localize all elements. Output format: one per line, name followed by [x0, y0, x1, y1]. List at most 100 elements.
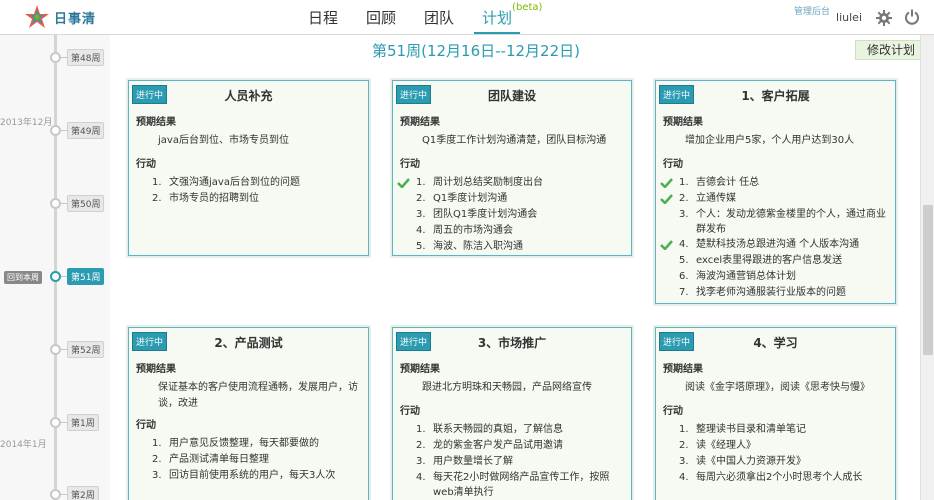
action-item[interactable]: 1. 用户意见反馈整理，每天都要做的: [129, 436, 368, 452]
plan-card[interactable]: 进行中 4、学习 预期结果 阅读《金字塔原理》，阅读《思考快与慢》 行动 1. 整…: [653, 325, 898, 500]
logo-text: 日事清: [54, 11, 97, 27]
action-list: 1. 吉德会计 任总 2. 立通传媒 3. 个人：发动龙德紫金楼里的个人，通过商业群发…: [656, 175, 895, 301]
timeline-dot: [50, 270, 61, 282]
action-item[interactable]: 7. 找李老师沟通服装行业版本的问题: [656, 285, 895, 301]
timeline-week[interactable]: 第2周: [50, 485, 99, 500]
action-number: 5.: [679, 255, 689, 266]
action-item[interactable]: 4. 每天花2小时做网络产品宣传工作，按照web清单执行: [393, 470, 631, 500]
timeline-week[interactable]: 第1周: [50, 413, 99, 431]
action-item[interactable]: 4. 周五的市场沟通会: [393, 223, 631, 239]
app-logo[interactable]: 日事清: [24, 4, 96, 30]
action-text: excel表里得跟进的客户信息发送: [696, 255, 843, 266]
vertical-scrollbar[interactable]: [920, 35, 934, 500]
action-item[interactable]: 1. 吉德会计 任总: [656, 175, 895, 191]
action-number: 1.: [416, 424, 426, 435]
action-item[interactable]: 5. excel表里得跟进的客户信息发送: [656, 253, 895, 269]
expected-label: 预期结果: [663, 364, 703, 375]
check-icon: [660, 178, 673, 188]
main-nav: 日程 回顾 团队 计划 (beta): [300, 0, 542, 35]
action-item[interactable]: 4. 楚默科技汤总跟进沟通 个人版本沟通: [656, 237, 895, 253]
action-text: 用户意见反馈整理，每天都要做的: [169, 438, 319, 449]
action-item[interactable]: 3. 个人：发动龙德紫金楼里的个人，通过商业群发布: [656, 207, 895, 237]
scrollbar-thumb[interactable]: [923, 205, 933, 355]
action-list: 1. 文强沟通java后台到位的问题 2. 市场专员的招聘到位: [129, 175, 368, 207]
action-number: 3.: [679, 209, 689, 220]
expected-result: 保证基本的客户使用流程通畅，发展用户，访谈，改进: [158, 382, 358, 409]
nav-plan[interactable]: 计划 (beta): [474, 0, 542, 34]
action-list: 1. 周计划总结奖励制度出台 2. Q1季度计划沟通 3. 团队Q1季度计划沟通会 4…: [393, 175, 631, 255]
timeline-week[interactable]: 第49周: [50, 121, 105, 139]
card-title: 3、市场推广: [477, 336, 547, 350]
action-text: Q1季度计划沟通: [433, 193, 508, 204]
action-text: 找李老师沟通服装行业版本的问题: [696, 287, 846, 298]
action-text: 每周六必须拿出2个小时思考个人成长: [696, 472, 863, 483]
action-number: 2.: [679, 193, 689, 204]
timeline-dot: [50, 197, 61, 209]
action-item[interactable]: 3. 用户数量增长了解: [393, 454, 631, 470]
action-item[interactable]: 4. 每周六必须拿出2个小时思考个人成长: [656, 470, 895, 486]
action-item[interactable]: 2. Q1季度计划沟通: [393, 191, 631, 207]
action-item[interactable]: 3. 团队Q1季度计划沟通会: [393, 207, 631, 223]
action-number: 5.: [416, 241, 426, 252]
edit-plan-button[interactable]: 修改计划: [855, 40, 927, 60]
timeline-week-label: 第2周: [67, 485, 99, 500]
action-item[interactable]: 2. 读《经理人》: [656, 438, 895, 454]
action-list: 1. 整理读书目录和清单笔记 2. 读《经理人》 3. 读《中国人力资源开发》 4. 每…: [656, 422, 895, 486]
timeline-dot: [50, 343, 61, 355]
action-number: 4.: [679, 239, 689, 250]
expected-label: 预期结果: [400, 364, 440, 375]
nav-schedule[interactable]: 日程: [300, 0, 346, 34]
expected-label: 预期结果: [136, 117, 176, 128]
action-item[interactable]: 2. 市场专员的招聘到位: [129, 191, 368, 207]
action-item[interactable]: 1. 周计划总结奖励制度出台: [393, 175, 631, 191]
timeline-month: 2013年12月: [0, 118, 53, 128]
timeline-week-label: 第48周: [67, 48, 105, 66]
action-item[interactable]: 2. 产品测试清单每日整理: [129, 452, 368, 468]
plan-card[interactable]: 进行中 团队建设 预期结果 Q1季度工作计划沟通清楚，团队目标沟通 行动 1. 周…: [390, 78, 634, 258]
action-item[interactable]: 6. 海波沟通营销总体计划: [656, 269, 895, 285]
logo-icon: [25, 5, 49, 28]
action-item[interactable]: 2. 龙的紫金客户发产品试用邀请: [393, 438, 631, 454]
actions-label: 行动: [136, 420, 156, 431]
action-item[interactable]: 1. 文强沟通java后台到位的问题: [129, 175, 368, 191]
action-number: 3.: [416, 209, 426, 220]
timeline-week[interactable]: 第50周: [50, 194, 105, 212]
action-text: 海波沟通营销总体计划: [696, 271, 796, 282]
plan-card[interactable]: 进行中 1、客户拓展 预期结果 增加企业用户5家，个人用户达到30人 行动 1.…: [653, 78, 898, 306]
timeline-week-label: 第52周: [67, 340, 105, 358]
action-item[interactable]: 3. 读《中国人力资源开发》: [656, 454, 895, 470]
plan-card[interactable]: 进行中 2、产品测试 预期结果 保证基本的客户使用流程通畅，发展用户，访谈，改进…: [126, 325, 371, 500]
action-item[interactable]: 2. 立通传媒: [656, 191, 895, 207]
nav-team[interactable]: 团队: [416, 0, 462, 34]
actions-label: 行动: [400, 406, 420, 417]
actions-label: 行动: [400, 159, 420, 170]
action-number: 2.: [152, 193, 162, 204]
action-item[interactable]: 1. 整理读书目录和清单笔记: [656, 422, 895, 438]
expected-result: java后台到位、市场专员到位: [158, 135, 289, 146]
timeline-week[interactable]: 第52周: [50, 340, 105, 358]
action-text: 用户数量增长了解: [433, 456, 513, 467]
action-text: 读《中国人力资源开发》: [696, 456, 806, 467]
nav-review[interactable]: 回顾: [358, 0, 404, 34]
admin-link[interactable]: 管理后台: [794, 4, 830, 17]
action-item[interactable]: 3. 回访目前使用系统的用户，每天3人次: [129, 468, 368, 484]
action-text: 周五的市场沟通会: [433, 225, 513, 236]
gear-icon[interactable]: [876, 10, 892, 26]
plan-card[interactable]: 进行中 人员补充 预期结果 java后台到位、市场专员到位 行动 1. 文强沟通j…: [126, 78, 371, 258]
timeline-week[interactable]: 第48周: [50, 48, 105, 66]
action-text: 联系天畅园的真姐，了解信息: [433, 424, 563, 435]
card-title: 人员补充: [224, 89, 273, 103]
action-text: 文强沟通java后台到位的问题: [169, 177, 300, 188]
action-number: 4.: [416, 225, 426, 236]
action-number: 1.: [679, 424, 689, 435]
action-text: 海波、陈洁入职沟通: [433, 241, 523, 252]
back-to-current-week[interactable]: 回到本周: [4, 271, 42, 284]
check-icon: [660, 240, 673, 250]
plan-card[interactable]: 进行中 3、市场推广 预期结果 跟进北方明珠和天畅园，产品网络宣传 行动 1. 联…: [390, 325, 634, 500]
timeline-week-current[interactable]: 第51周: [50, 267, 105, 285]
username[interactable]: liulei: [836, 11, 862, 24]
action-item[interactable]: 5. 海波、陈洁入职沟通: [393, 239, 631, 255]
timeline-week-label: 第1周: [67, 413, 99, 431]
action-item[interactable]: 1. 联系天畅园的真姐，了解信息: [393, 422, 631, 438]
power-icon[interactable]: [904, 9, 920, 25]
